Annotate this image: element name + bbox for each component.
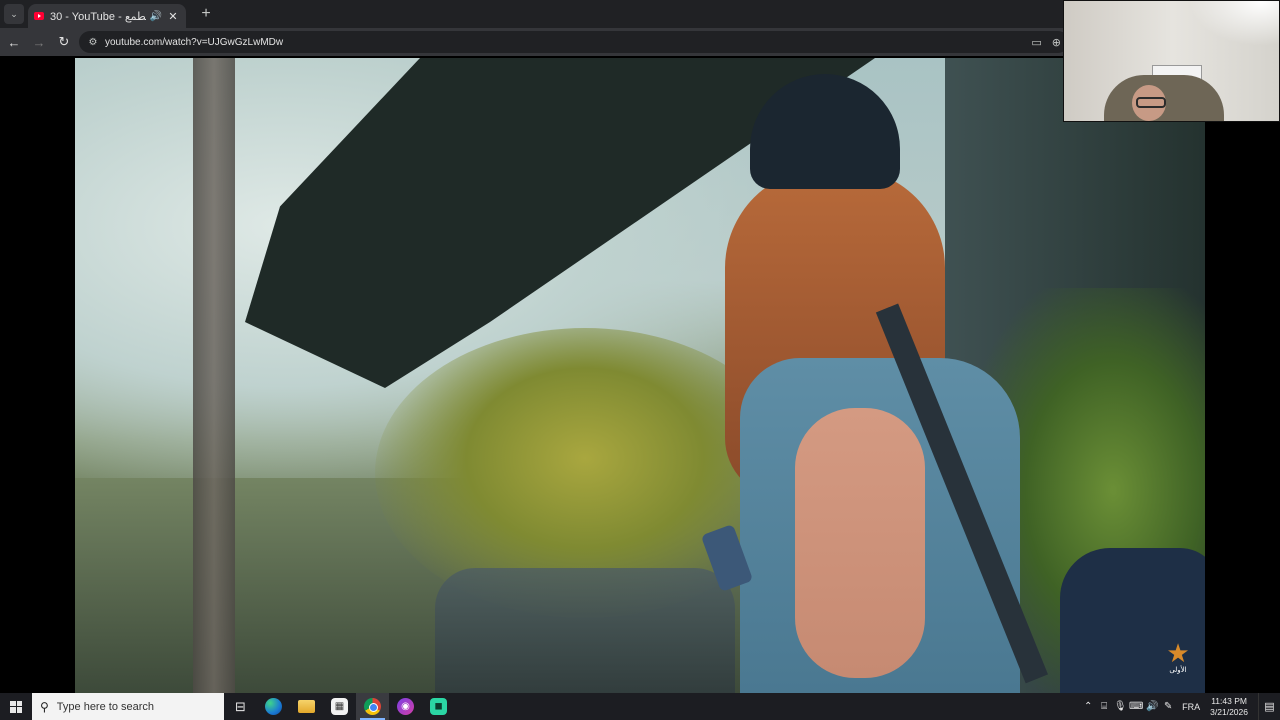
clock-date: 3/21/2026	[1210, 706, 1248, 717]
pen-icon[interactable]: ✎	[1160, 701, 1176, 712]
video-car	[435, 568, 735, 693]
webcam-overlay	[1063, 0, 1280, 122]
star-icon: ★	[1166, 638, 1190, 668]
app-purple-button[interactable]: ◉	[389, 693, 422, 720]
folder-icon	[298, 700, 315, 713]
tab-search-button[interactable]: ⌄	[4, 4, 24, 24]
task-view-icon: ⊟	[235, 698, 246, 714]
edge-icon	[265, 698, 282, 715]
tab-close-button[interactable]: ✕	[166, 10, 180, 23]
app-purple-icon: ◉	[397, 698, 414, 715]
video-player[interactable]: ★ الأولى	[75, 58, 1205, 693]
clock-time: 11:43 PM	[1211, 695, 1247, 706]
zoom-icon[interactable]: ⊕	[1052, 36, 1061, 49]
url-text[interactable]: youtube.com/watch?v=UJGwGzLwMDw	[105, 37, 1021, 48]
tab-youtube[interactable]: 30 - YouTube - عش الطمع 🔊 ✕	[28, 4, 186, 28]
file-explorer-button[interactable]	[290, 693, 323, 720]
taskbar: ⚲ Type here to search ⊟ ▦ ◉ ◼ ⌃ ⌸ 🎙 ⌨ 🔊 …	[0, 693, 1280, 720]
video-person-arm	[795, 408, 925, 678]
webcam-light	[1189, 1, 1279, 46]
clock[interactable]: 11:43 PM 3/21/2026	[1210, 696, 1248, 718]
start-button[interactable]	[0, 693, 32, 720]
tab-title: 30 - YouTube - عش الطمع	[50, 10, 146, 23]
system-tray: ⌃ ⌸ 🎙 ⌨ 🔊 ✎ FRA 11:43 PM 3/21/2026 ▤	[1080, 693, 1280, 720]
tray-chevron-icon[interactable]: ⌃	[1080, 701, 1096, 712]
back-button[interactable]: ←	[3, 31, 25, 53]
tray-device-icon[interactable]: ⌸	[1096, 701, 1112, 712]
cast-icon[interactable]: ▭	[1031, 36, 1041, 49]
microphone-icon[interactable]: 🎙	[1112, 701, 1128, 712]
address-bar[interactable]: ⚙ youtube.com/watch?v=UJGwGzLwMDw ▭ ⊕	[79, 31, 1069, 53]
task-view-button[interactable]: ⊟	[224, 693, 257, 720]
search-icon: ⚲	[40, 699, 49, 714]
video-pole	[193, 58, 235, 693]
volume-icon[interactable]: 🔊	[1144, 701, 1160, 712]
edge-button[interactable]	[257, 693, 290, 720]
chrome-icon	[364, 698, 381, 715]
store-icon: ▦	[331, 698, 348, 715]
app-green-icon: ◼	[430, 698, 447, 715]
app-green-button[interactable]: ◼	[422, 693, 455, 720]
windows-icon	[10, 700, 22, 713]
site-info-icon[interactable]: ⚙	[87, 36, 99, 48]
store-button[interactable]: ▦	[323, 693, 356, 720]
channel-logo-text: الأولى	[1169, 667, 1187, 674]
webcam-person-head	[1132, 85, 1166, 121]
chrome-button[interactable]	[356, 693, 389, 720]
chevron-down-icon: ⌄	[10, 8, 18, 19]
channel-logo: ★ الأولى	[1161, 639, 1195, 679]
youtube-icon	[34, 12, 44, 20]
taskbar-search[interactable]: ⚲ Type here to search	[32, 693, 224, 720]
speaker-icon[interactable]: 🔊	[150, 11, 162, 22]
language-indicator[interactable]: FRA	[1182, 702, 1200, 712]
reload-button[interactable]: ↻	[53, 31, 75, 53]
network-icon[interactable]: ⌨	[1128, 701, 1144, 712]
new-tab-button[interactable]: +	[196, 5, 216, 23]
notification-icon[interactable]: ▤	[1258, 693, 1280, 720]
screen: { "browser": { "tab": { "title": "30 - Y…	[0, 0, 1280, 720]
search-placeholder: Type here to search	[56, 700, 155, 713]
forward-button[interactable]: →	[28, 31, 50, 53]
